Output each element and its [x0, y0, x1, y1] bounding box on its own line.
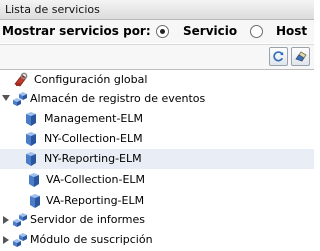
host-radio[interactable]	[250, 25, 263, 38]
server-icon	[29, 173, 39, 187]
service-radio-label[interactable]: Servicio	[183, 24, 237, 38]
eraser-icon	[295, 51, 307, 62]
tree-item-elm-selected[interactable]: NY-Reporting-ELM	[0, 149, 314, 169]
server-icon	[26, 152, 36, 166]
show-services-by-label: Mostrar servicios por:	[2, 24, 151, 38]
server-icon	[30, 194, 40, 208]
tree-item-label: NY-Collection-ELM	[44, 132, 143, 145]
server-icon	[26, 132, 36, 146]
panel-title: Lista de servicios	[5, 3, 100, 16]
tree-item-event-store[interactable]: Almacén de registro de eventos	[0, 89, 314, 109]
tree-item-label: Almacén de registro de eventos	[30, 92, 206, 105]
tree-item-label: Servidor de informes	[30, 213, 145, 226]
server-group-icon	[13, 233, 27, 247]
service-radio[interactable]	[156, 25, 169, 38]
tree-item-label: NY-Reporting-ELM	[44, 152, 142, 165]
clear-button[interactable]	[291, 47, 310, 66]
expand-toggle-icon[interactable]	[3, 236, 9, 244]
tree-toolbar	[0, 44, 314, 70]
server-icon	[26, 112, 36, 126]
services-list-panel: Lista de servicios Mostrar servicios por…	[0, 0, 314, 251]
host-radio-label[interactable]: Host	[276, 24, 307, 38]
tree-item-label: Configuración global	[34, 73, 148, 86]
tree-item-global-config[interactable]: Configuración global	[0, 70, 314, 90]
tree-item-label: Management-ELM	[44, 112, 143, 125]
tree-item-label: VA-Reporting-ELM	[46, 194, 145, 207]
config-icon	[14, 72, 28, 87]
tree-item-elm[interactable]: Management-ELM	[0, 109, 314, 129]
panel-titlebar: Lista de servicios	[0, 0, 314, 20]
refresh-icon	[273, 51, 284, 62]
tree-item-elm[interactable]: VA-Collection-ELM	[0, 170, 314, 190]
tree-item-elm[interactable]: VA-Reporting-ELM	[0, 191, 314, 211]
tree-item-report-server[interactable]: Servidor de informes	[0, 210, 314, 230]
tree-item-label: VA-Collection-ELM	[46, 173, 146, 186]
server-group-icon	[13, 213, 27, 227]
refresh-button[interactable]	[269, 47, 288, 66]
tree-item-elm[interactable]: NY-Collection-ELM	[0, 129, 314, 149]
show-services-by-bar: Mostrar servicios por: Servicio Host	[0, 20, 314, 43]
tree-item-subscription-module[interactable]: Módulo de suscripción	[0, 230, 314, 250]
tree-item-label: Módulo de suscripción	[30, 233, 153, 246]
expand-toggle-icon[interactable]	[3, 216, 9, 224]
services-tree: Configuración global Almacén de registro…	[0, 69, 314, 251]
server-group-icon	[13, 92, 27, 106]
expand-toggle-icon[interactable]	[2, 95, 10, 101]
